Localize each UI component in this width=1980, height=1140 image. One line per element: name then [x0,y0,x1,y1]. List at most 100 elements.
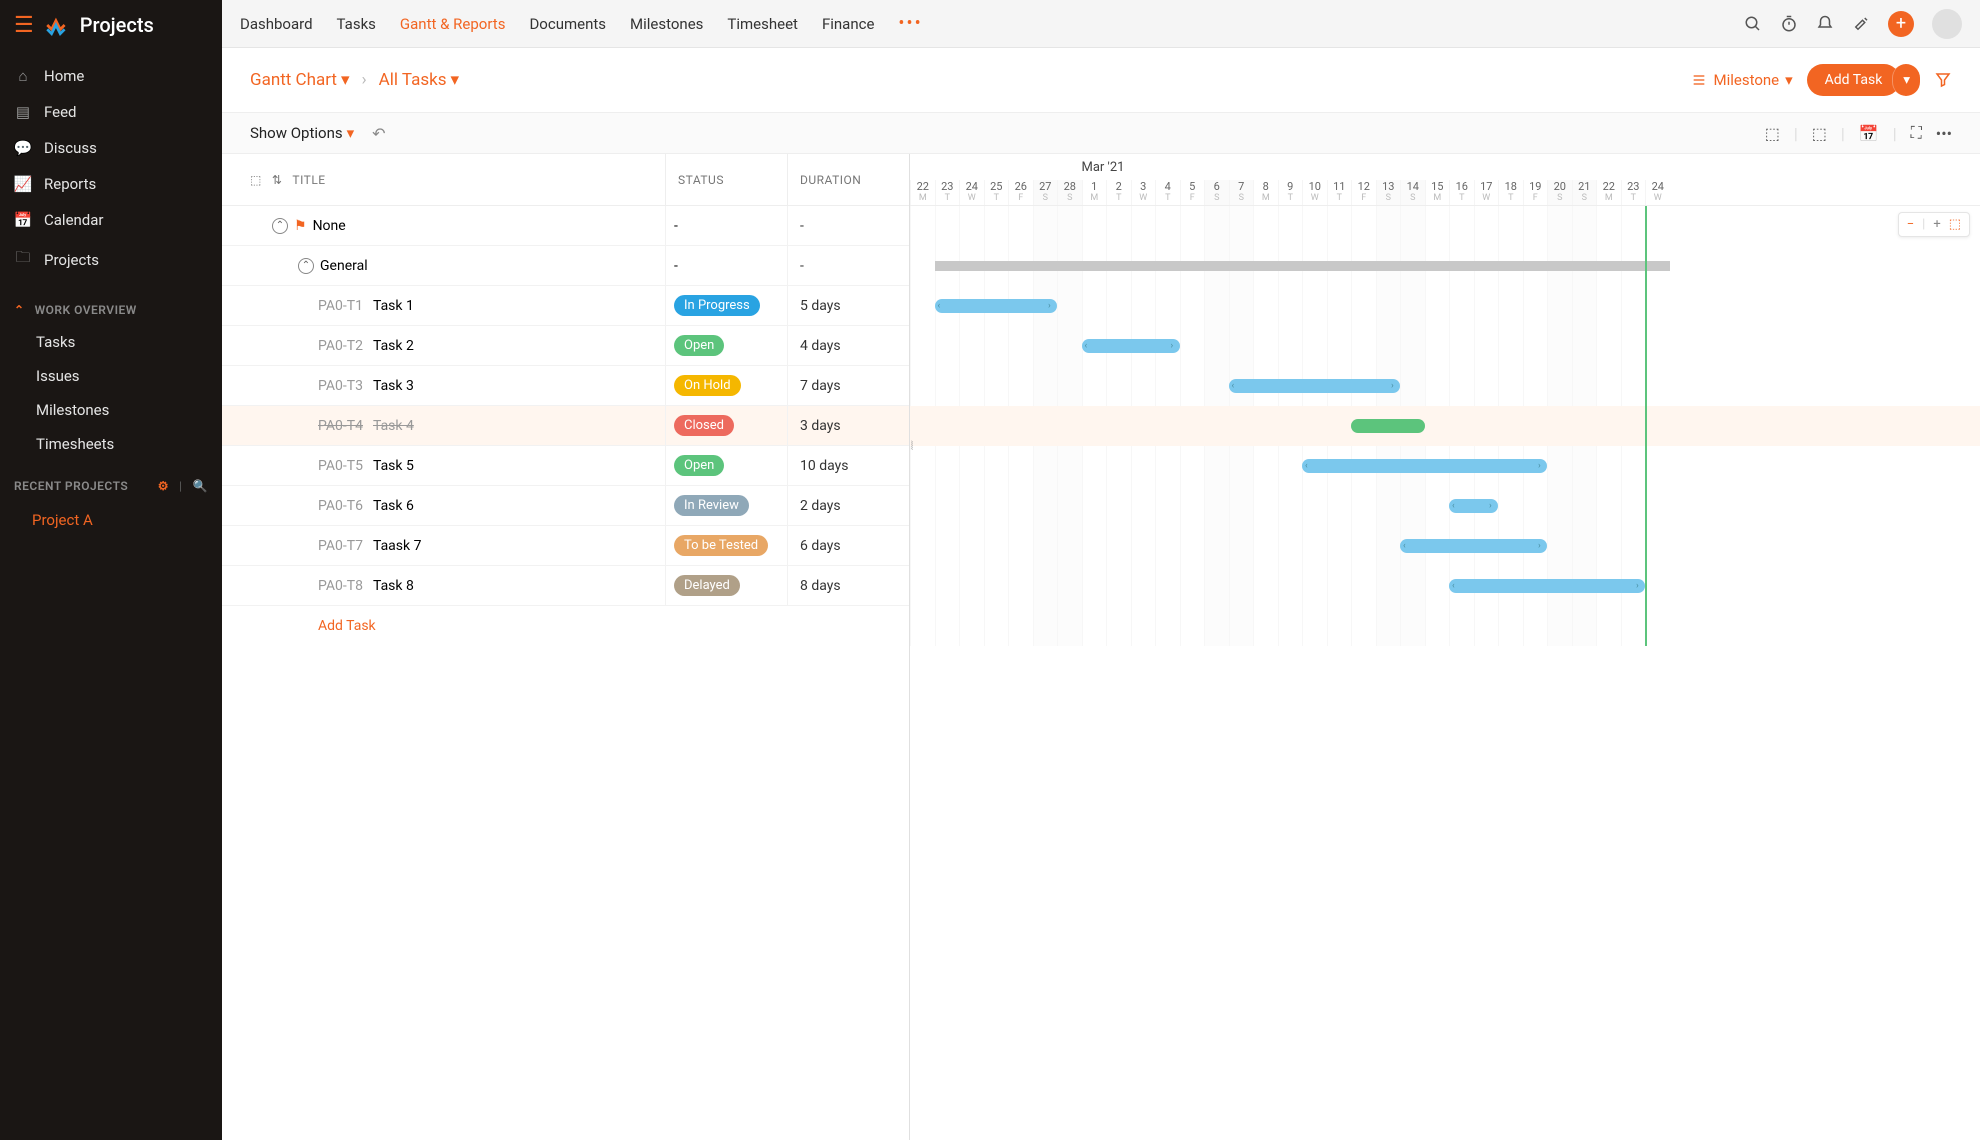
col-duration-header[interactable]: DURATION [788,154,909,205]
bar-handle-right[interactable]: › [1538,461,1544,471]
add-button[interactable]: + [1888,11,1914,37]
more-icon[interactable]: ••• [1936,124,1952,143]
day-column: 1M [1082,180,1107,205]
status-badge[interactable]: On Hold [674,375,741,396]
zoom-out-icon[interactable]: − [1907,217,1914,232]
hamburger-icon[interactable]: ☰ [14,13,34,38]
calendar-view-icon[interactable]: 📅 [1859,124,1879,143]
crumb-gantt-chart[interactable]: Gantt Chart ▾ [250,70,350,90]
nav-projects[interactable]: 🗀Projects [0,238,222,281]
gantt-bar[interactable] [1351,419,1425,433]
tab-timesheet[interactable]: Timesheet [727,1,798,47]
bar-handle-right[interactable]: › [1636,581,1642,591]
gantt-bar[interactable]: ‹› [1400,539,1547,553]
nav-timesheets[interactable]: Timesheets [0,427,222,461]
filter-icon[interactable] [1934,71,1952,89]
bell-icon[interactable] [1816,15,1834,33]
zoom-fit-icon[interactable]: ⬚ [1949,217,1961,232]
status-badge[interactable]: In Review [674,495,749,516]
avatar[interactable] [1932,9,1962,39]
bar-handle-left[interactable]: ‹ [1452,581,1458,591]
fullscreen-icon[interactable]: ⛶ [1911,123,1922,143]
nav-calendar[interactable]: 📅Calendar [0,202,222,238]
bar-handle-left[interactable]: ‹ [938,301,944,311]
bar-handle-right[interactable]: › [1391,381,1397,391]
status-badge[interactable]: In Progress [674,295,760,316]
recent-project-a[interactable]: Project A [0,503,222,537]
timer-icon[interactable] [1780,15,1798,33]
tools-icon[interactable] [1852,15,1870,33]
day-column: 25T [984,180,1009,205]
tab-milestones[interactable]: Milestones [630,1,703,47]
add-task-split-button[interactable]: ▾ [1892,64,1920,96]
status-badge[interactable]: Open [674,335,724,356]
search-icon[interactable] [1744,15,1762,33]
add-task-link[interactable]: Add Task [222,606,909,646]
bar-handle-left[interactable]: ‹ [1085,341,1091,351]
view-icon-1[interactable]: ⬚ [1765,124,1780,143]
task-row[interactable]: PA0-T3Task 3On Hold7 days [222,366,909,406]
gantt-bar[interactable]: ‹› [1302,459,1547,473]
tab-more-icon[interactable]: ••• [898,13,922,34]
view-icon-2[interactable]: ⬚ [1812,124,1827,143]
nav-milestones[interactable]: Milestones [0,393,222,427]
tab-tasks[interactable]: Tasks [337,1,376,47]
crumb-all-tasks[interactable]: All Tasks ▾ [379,70,459,90]
task-row[interactable]: PA0-T6Task 6In Review2 days [222,486,909,526]
task-name: Task 6 [373,498,414,514]
status-badge[interactable]: Delayed [674,575,740,596]
nav-reports[interactable]: 📈Reports [0,166,222,202]
col-status-header[interactable]: STATUS [666,154,788,205]
bar-handle-left[interactable]: ‹ [1232,381,1238,391]
status-badge[interactable]: Open [674,455,724,476]
task-row[interactable]: PA0-T2Task 2Open4 days [222,326,909,366]
task-row[interactable]: PA0-T5Task 5Open10 days [222,446,909,486]
gantt-bar[interactable]: ‹› [1229,379,1401,393]
tab-dashboard[interactable]: Dashboard [240,1,313,47]
search-icon[interactable]: 🔍 [193,479,208,493]
settings-icon[interactable]: ⚙ [158,479,169,493]
bar-handle-left[interactable]: ‹ [1305,461,1311,471]
bar-handle-right[interactable]: › [1171,341,1177,351]
nav-discuss[interactable]: 💬Discuss [0,130,222,166]
zoom-in-icon[interactable]: + [1933,217,1940,232]
nav-tasks[interactable]: Tasks [0,325,222,359]
status-badge[interactable]: To be Tested [674,535,768,556]
group-bar[interactable] [935,261,1670,271]
tab-documents[interactable]: Documents [529,1,606,47]
show-options-dropdown[interactable]: Show Options ▾ [250,124,354,142]
splitter-handle[interactable]: ⦚ [907,434,917,458]
bar-handle-right[interactable]: › [1538,541,1544,551]
task-row[interactable]: PA0-T8Task 8Delayed8 days [222,566,909,606]
task-id: PA0-T8 [318,578,363,594]
task-row[interactable]: PA0-T1Task 1In Progress5 days [222,286,909,326]
gantt-bar[interactable]: ‹› [935,299,1058,313]
undo-icon[interactable]: ↶ [372,124,385,143]
work-overview-header[interactable]: ⌃ WORK OVERVIEW [0,289,222,325]
tab-finance[interactable]: Finance [822,1,874,47]
bar-handle-right[interactable]: › [1048,301,1054,311]
timeline-row: ‹› [910,366,1980,406]
group-row-general[interactable]: ⌃ General - - [222,246,909,286]
add-task-button[interactable]: Add Task [1807,64,1901,96]
collapse-icon[interactable]: ⌃ [298,258,314,274]
task-row[interactable]: PA0-T4Task 4Closed3 days [222,406,909,446]
status-badge[interactable]: Closed [674,415,734,436]
tab-gantt-reports[interactable]: Gantt & Reports [400,1,506,47]
col-title-header[interactable]: ⬚ ⇅ TITLE [222,154,666,205]
collapse-icon[interactable]: ⌃ [272,218,288,234]
nav-issues[interactable]: Issues [0,359,222,393]
milestone-dropdown[interactable]: Milestone ▾ [1691,71,1792,89]
gantt-bar[interactable]: ‹› [1449,499,1498,513]
task-row[interactable]: PA0-T7Taask 7To be Tested6 days [222,526,909,566]
nav-feed[interactable]: ▤Feed [0,94,222,130]
bar-handle-left[interactable]: ‹ [1452,501,1458,511]
toolbar: Show Options ▾ ↶ ⬚ | ⬚ | 📅 | ⛶ ••• [222,113,1980,154]
gantt-timeline[interactable]: Mar '21 22M23T24W25T26F27S28S1M2T3W4T5F6… [910,154,1980,1140]
gantt-bar[interactable]: ‹› [1449,579,1645,593]
gantt-bar[interactable]: ‹› [1082,339,1180,353]
group-row-none[interactable]: ⌃ ⚑ None - - [222,206,909,246]
bar-handle-left[interactable]: ‹ [1403,541,1409,551]
bar-handle-right[interactable]: › [1489,501,1495,511]
nav-home[interactable]: ⌂Home [0,58,222,94]
